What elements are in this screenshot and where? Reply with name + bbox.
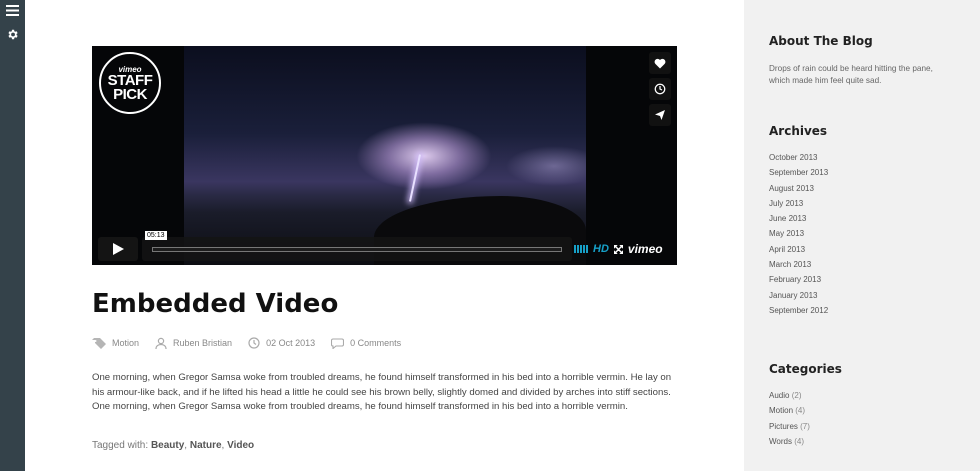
tag-link[interactable]: Nature <box>190 440 222 451</box>
archive-link[interactable]: June 2013 <box>769 213 828 228</box>
category-name: Words <box>769 436 792 446</box>
left-rail <box>0 0 25 471</box>
play-icon <box>112 243 124 255</box>
about-title: About The Blog <box>769 34 873 48</box>
archive-link[interactable]: September 2012 <box>769 305 828 320</box>
user-icon <box>155 337 167 349</box>
categories-title: Categories <box>769 362 842 376</box>
post-tags: Tagged with: Beauty, Nature, Video <box>92 439 255 451</box>
category-count: (4) <box>795 406 806 416</box>
post-meta: Motion Ruben Bristian 02 Oct 2013 0 Comm… <box>92 337 677 349</box>
meta-author-label: Ruben Bristian <box>173 338 233 348</box>
category-name: Motion <box>769 406 794 416</box>
post-body: One morning, when Gregor Samsa woke from… <box>92 372 672 413</box>
meta-date: 02 Oct 2013 <box>248 337 315 349</box>
video-side-buttons <box>649 52 671 126</box>
fullscreen-icon[interactable] <box>613 244 623 254</box>
video-thumbnail <box>184 46 586 265</box>
archive-link[interactable]: July 2013 <box>769 198 828 213</box>
video-right-controls: HD vimeo <box>574 237 669 261</box>
category-count: (2) <box>791 391 802 400</box>
clock-icon <box>248 337 260 349</box>
category-link[interactable]: Pictures (7) <box>769 421 810 436</box>
tag-link[interactable]: Video <box>227 440 254 451</box>
timecode: 05:13 <box>145 231 167 240</box>
meta-comments[interactable]: 0 Comments <box>331 337 402 349</box>
category-name: Audio <box>769 391 790 400</box>
meta-category-label: Motion <box>112 338 140 348</box>
archives-list: October 2013 September 2013 August 2013 … <box>769 152 828 320</box>
category-link[interactable]: Audio (2) <box>769 390 810 405</box>
category-link[interactable]: Motion (4) <box>769 405 810 420</box>
video-player[interactable]: vimeo STAFF PICK 05:13 HD vimeo <box>92 46 677 265</box>
archives-title: Archives <box>769 124 828 138</box>
tag-icon <box>92 337 106 349</box>
hd-toggle[interactable]: HD <box>593 243 609 255</box>
volume-icon[interactable] <box>574 245 588 253</box>
category-link[interactable]: Words (4) <box>769 436 810 451</box>
meta-author[interactable]: Ruben Bristian <box>155 337 232 349</box>
category-name: Pictures <box>769 421 798 431</box>
archive-link[interactable]: October 2013 <box>769 152 828 167</box>
about-text: Drops of rain could be heard hitting the… <box>769 64 933 85</box>
archive-link[interactable]: January 2013 <box>769 290 828 305</box>
category-count: (4) <box>794 436 804 446</box>
badge-line2: PICK <box>113 85 147 103</box>
categories-list: Audio (2) Motion (4) Pictures (7) Words … <box>769 390 810 451</box>
progress-track[interactable] <box>152 247 562 252</box>
archive-link[interactable]: February 2013 <box>769 274 828 289</box>
archive-link[interactable]: September 2013 <box>769 167 828 182</box>
comment-icon <box>331 337 345 349</box>
tag-link[interactable]: Beauty <box>151 440 184 451</box>
post-title: Embedded Video <box>92 289 339 319</box>
tags-label: Tagged with: <box>92 439 149 451</box>
sidebar: About The Blog Drops of rain could be he… <box>744 0 980 471</box>
meta-comments-label: 0 Comments <box>350 338 402 348</box>
meta-category[interactable]: Motion <box>92 337 140 349</box>
meta-date-label: 02 Oct 2013 <box>266 338 316 348</box>
menu-icon[interactable] <box>4 2 21 19</box>
archive-link[interactable]: May 2013 <box>769 228 828 243</box>
play-button[interactable] <box>98 237 138 261</box>
clock-icon[interactable] <box>649 78 671 100</box>
lightning-shape <box>409 154 421 202</box>
send-icon[interactable] <box>649 104 671 126</box>
video-controls: 05:13 HD vimeo <box>98 231 669 261</box>
category-count: (7) <box>800 421 810 431</box>
archive-link[interactable]: April 2013 <box>769 244 828 259</box>
control-bar <box>142 237 572 261</box>
archive-link[interactable]: March 2013 <box>769 259 828 274</box>
heart-icon[interactable] <box>649 52 671 74</box>
main-content: vimeo STAFF PICK 05:13 HD vimeo Embedded… <box>92 46 677 451</box>
archive-link[interactable]: August 2013 <box>769 183 828 198</box>
vimeo-logo[interactable]: vimeo <box>628 242 663 256</box>
staff-pick-badge: vimeo STAFF PICK <box>99 52 161 114</box>
gear-icon[interactable] <box>4 26 21 43</box>
